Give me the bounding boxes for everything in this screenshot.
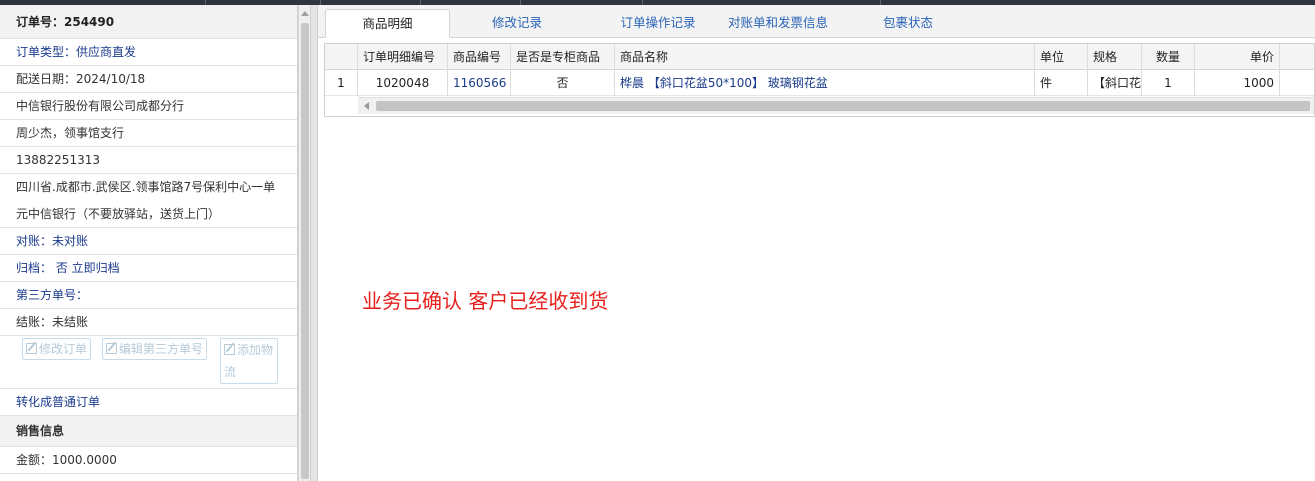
cell-counter-product: 否 xyxy=(511,70,615,96)
column-header-quantity[interactable]: 数量 xyxy=(1142,44,1195,70)
table-header: 订单明细编号 商品编号 是否是专柜商品 商品名称 单位 规格 数量 单价 xyxy=(325,44,1314,70)
sales-section-title: 销售信息 xyxy=(0,416,297,447)
cell-quantity: 1 xyxy=(1142,70,1195,96)
tab-package-status[interactable]: 包裹状态 xyxy=(858,9,958,38)
edit-icon xyxy=(224,344,235,355)
cell-product-id-link[interactable]: 1160566 xyxy=(448,70,511,96)
column-header-product-name[interactable]: 商品名称 xyxy=(615,44,1035,70)
left-panel-scrollbar[interactable] xyxy=(298,5,310,481)
cell-product-name-link[interactable]: 桦晨 【斜口花盆50*100】 玻璃钢花盆 xyxy=(615,70,1035,96)
reconcile-status[interactable]: 对账：未对账 xyxy=(0,228,297,255)
company-name: 中信银行股份有限公司成都分行 xyxy=(0,93,297,120)
settlement-status: 结账：未结账 xyxy=(0,309,297,336)
order-remark: 业务已确认 客户已经收到货 xyxy=(362,289,609,313)
scroll-left-arrow-icon[interactable] xyxy=(364,102,369,110)
edit-icon xyxy=(106,343,117,354)
column-header-counter-product[interactable]: 是否是专柜商品 xyxy=(511,44,615,70)
column-header-product-id[interactable]: 商品编号 xyxy=(448,44,511,70)
contact-person: 周少杰，领事馆支行 xyxy=(0,120,297,147)
scrollbar-thumb[interactable] xyxy=(301,23,309,479)
table-horizontal-scrollbar[interactable] xyxy=(358,97,1314,114)
cell-unit: 件 xyxy=(1035,70,1088,96)
convert-to-normal-order-link[interactable]: 转化成普通订单 xyxy=(0,389,297,416)
order-type: 订单类型：供应商直发 xyxy=(0,39,297,66)
table-row[interactable]: 1 1020048 1160566 否 桦晨 【斜口花盆50*100】 玻璃钢花… xyxy=(325,70,1314,96)
cell-spec: 【斜口花 xyxy=(1088,70,1142,96)
edit-icon xyxy=(26,343,37,354)
edit-third-party-label: 编辑第三方单号 xyxy=(119,342,204,356)
archive-status[interactable]: 归档： 否 立即归档 xyxy=(0,255,297,282)
panel-splitter[interactable] xyxy=(310,5,318,481)
product-detail-table: 订单明细编号 商品编号 是否是专柜商品 商品名称 单位 规格 数量 单价 1 1… xyxy=(324,43,1315,117)
edit-third-party-button[interactable]: 编辑第三方单号 xyxy=(102,338,208,360)
column-header-index xyxy=(325,44,358,70)
cell-detail-id: 1020048 xyxy=(358,70,448,96)
row-index: 1 xyxy=(325,70,358,96)
tab-product-details[interactable]: 商品明细 xyxy=(325,9,450,38)
column-header-unit-price[interactable]: 单价 xyxy=(1195,44,1280,70)
add-logistics-button[interactable]: 添加物流 xyxy=(220,338,278,384)
tab-modification-log[interactable]: 修改记录 xyxy=(464,9,570,38)
delivery-date: 配送日期：2024/10/18 xyxy=(0,66,297,93)
order-actions: 修改订单 编辑第三方单号 添加物流 xyxy=(0,336,297,389)
column-header-unit[interactable]: 单位 xyxy=(1035,44,1088,70)
third-party-number: 第三方单号： xyxy=(0,282,297,309)
edit-order-button[interactable]: 修改订单 xyxy=(22,338,92,360)
column-header-spec[interactable]: 规格 xyxy=(1088,44,1142,70)
tab-statement-invoice[interactable]: 对账单和发票信息 xyxy=(718,9,838,38)
detail-tabs: 商品明细 修改记录 订单操作记录 对账单和发票信息 包裹状态 xyxy=(318,5,1315,38)
phone-number: 13882251313 xyxy=(0,147,297,174)
column-header-detail-id[interactable]: 订单明细编号 xyxy=(358,44,448,70)
cell-unit-price: 1000 xyxy=(1195,70,1280,96)
order-number: 订单号：254490 xyxy=(0,5,297,39)
tab-order-operation-log[interactable]: 订单操作记录 xyxy=(598,9,718,38)
sales-amount: 金额：1000.0000 xyxy=(0,447,297,474)
edit-order-label: 修改订单 xyxy=(39,342,88,356)
horizontal-scrollbar-thumb[interactable] xyxy=(376,101,1310,111)
order-info-panel: 订单号：254490 订单类型：供应商直发 配送日期：2024/10/18 中信… xyxy=(0,5,298,481)
scroll-up-arrow-icon[interactable] xyxy=(301,11,309,16)
delivery-address: 四川省.成都市.武侯区.领事馆路7号保利中心一单元中信银行（不要放驿站，送货上门… xyxy=(0,174,297,228)
